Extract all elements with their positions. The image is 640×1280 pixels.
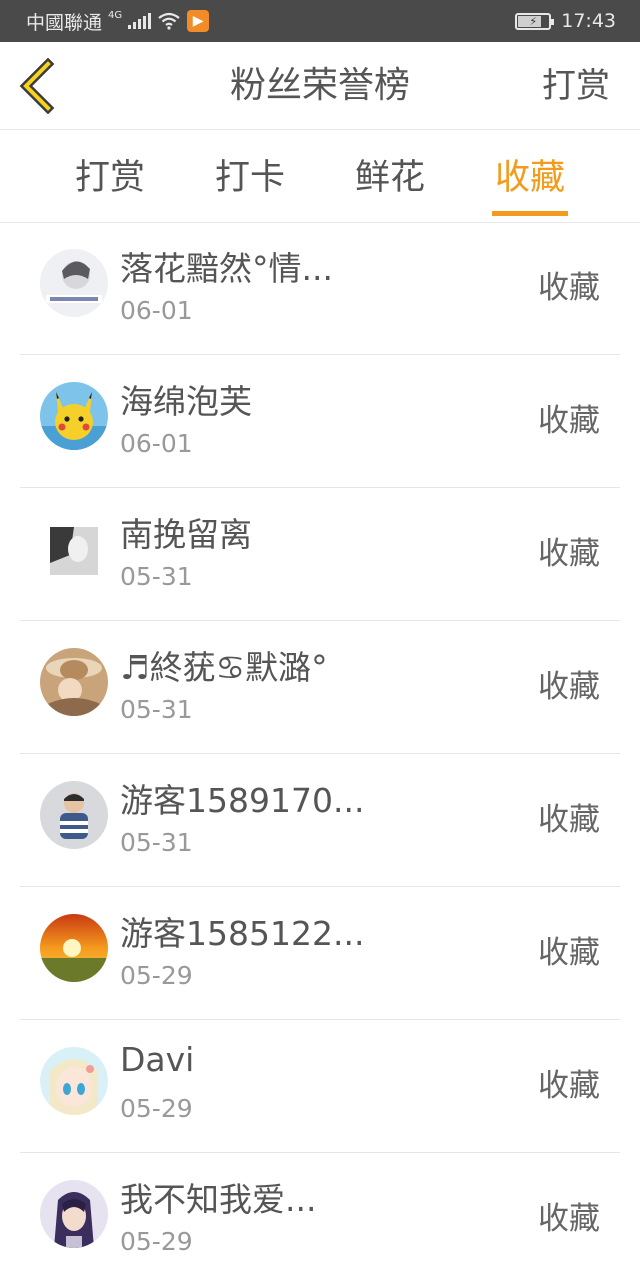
list-item[interactable]: 我不知我爱... 05-29 收藏 bbox=[20, 1153, 620, 1280]
list-item[interactable]: 南挽留离 05-31 收藏 bbox=[20, 488, 620, 621]
tab-reward[interactable]: 打赏 bbox=[50, 131, 170, 223]
fan-name: 南挽留离 bbox=[120, 515, 252, 554]
avatar bbox=[40, 249, 108, 317]
fan-date: 05-31 bbox=[120, 828, 193, 857]
fan-name: 游客1589170... bbox=[120, 781, 365, 820]
favorite-label: 收藏 bbox=[538, 536, 600, 572]
wifi-icon bbox=[158, 12, 180, 30]
tab-flowers[interactable]: 鲜花 bbox=[330, 131, 450, 223]
fan-date: 05-29 bbox=[120, 961, 193, 990]
active-tab-indicator bbox=[492, 211, 568, 216]
favorite-label: 收藏 bbox=[538, 935, 600, 971]
fan-date: 06-01 bbox=[120, 429, 193, 458]
tab-bar: 打赏 打卡 鲜花 收藏 bbox=[0, 131, 640, 223]
app-notification-icon: ▶ bbox=[187, 10, 210, 32]
favorite-label: 收藏 bbox=[538, 1068, 600, 1104]
status-bar: 中國聯通 4G ▶ ⚡ 17:43 bbox=[0, 0, 640, 42]
fan-list: 落花黯然°情... 06-01 收藏 海绵泡芙 06-01 收藏 南挽留离 05… bbox=[20, 222, 620, 1280]
list-item[interactable]: 落花黯然°情... 06-01 收藏 bbox=[20, 222, 620, 355]
tab-checkin[interactable]: 打卡 bbox=[190, 131, 310, 223]
fan-date: 05-31 bbox=[120, 562, 193, 591]
signal-icon bbox=[128, 13, 152, 29]
fan-name: 落花黯然°情... bbox=[120, 249, 333, 288]
fan-date: 06-01 bbox=[120, 296, 193, 325]
fan-name: 游客1585122... bbox=[120, 914, 365, 953]
fan-name: 我不知我爱... bbox=[120, 1180, 317, 1219]
network-type: 4G bbox=[108, 9, 123, 21]
fan-name: ♬終莸♋默潞° bbox=[120, 648, 328, 687]
top-bar: 粉丝荣誉榜 打赏 bbox=[0, 42, 640, 130]
tab-favorites[interactable]: 收藏 bbox=[470, 131, 590, 223]
favorite-label: 收藏 bbox=[538, 802, 600, 838]
battery-icon: ⚡ bbox=[515, 12, 555, 30]
favorite-label: 收藏 bbox=[538, 403, 600, 439]
favorite-label: 收藏 bbox=[538, 1201, 600, 1237]
favorite-label: 收藏 bbox=[538, 669, 600, 705]
list-item[interactable]: 游客1585122... 05-29 收藏 bbox=[20, 887, 620, 1020]
fan-name: Davi bbox=[120, 1040, 195, 1079]
avatar bbox=[40, 1047, 108, 1115]
fan-date: 05-29 bbox=[120, 1227, 193, 1256]
avatar bbox=[40, 1180, 108, 1248]
list-item[interactable]: ♬終莸♋默潞° 05-31 收藏 bbox=[20, 621, 620, 754]
list-item[interactable]: 游客1589170... 05-31 收藏 bbox=[20, 754, 620, 887]
fan-date: 05-31 bbox=[120, 695, 193, 724]
fan-date: 05-29 bbox=[120, 1094, 193, 1123]
carrier-name: 中國聯通 bbox=[26, 11, 103, 34]
list-item[interactable]: 海绵泡芙 06-01 收藏 bbox=[20, 355, 620, 488]
reward-button[interactable]: 打赏 bbox=[542, 42, 610, 130]
avatar bbox=[40, 914, 108, 982]
avatar bbox=[40, 382, 108, 450]
fan-name: 海绵泡芙 bbox=[120, 382, 252, 421]
avatar bbox=[40, 648, 108, 716]
clock: 17:43 bbox=[561, 10, 616, 32]
favorite-label: 收藏 bbox=[538, 270, 600, 306]
list-item[interactable]: Davi 05-29 收藏 bbox=[20, 1020, 620, 1153]
avatar bbox=[40, 515, 108, 583]
avatar bbox=[40, 781, 108, 849]
